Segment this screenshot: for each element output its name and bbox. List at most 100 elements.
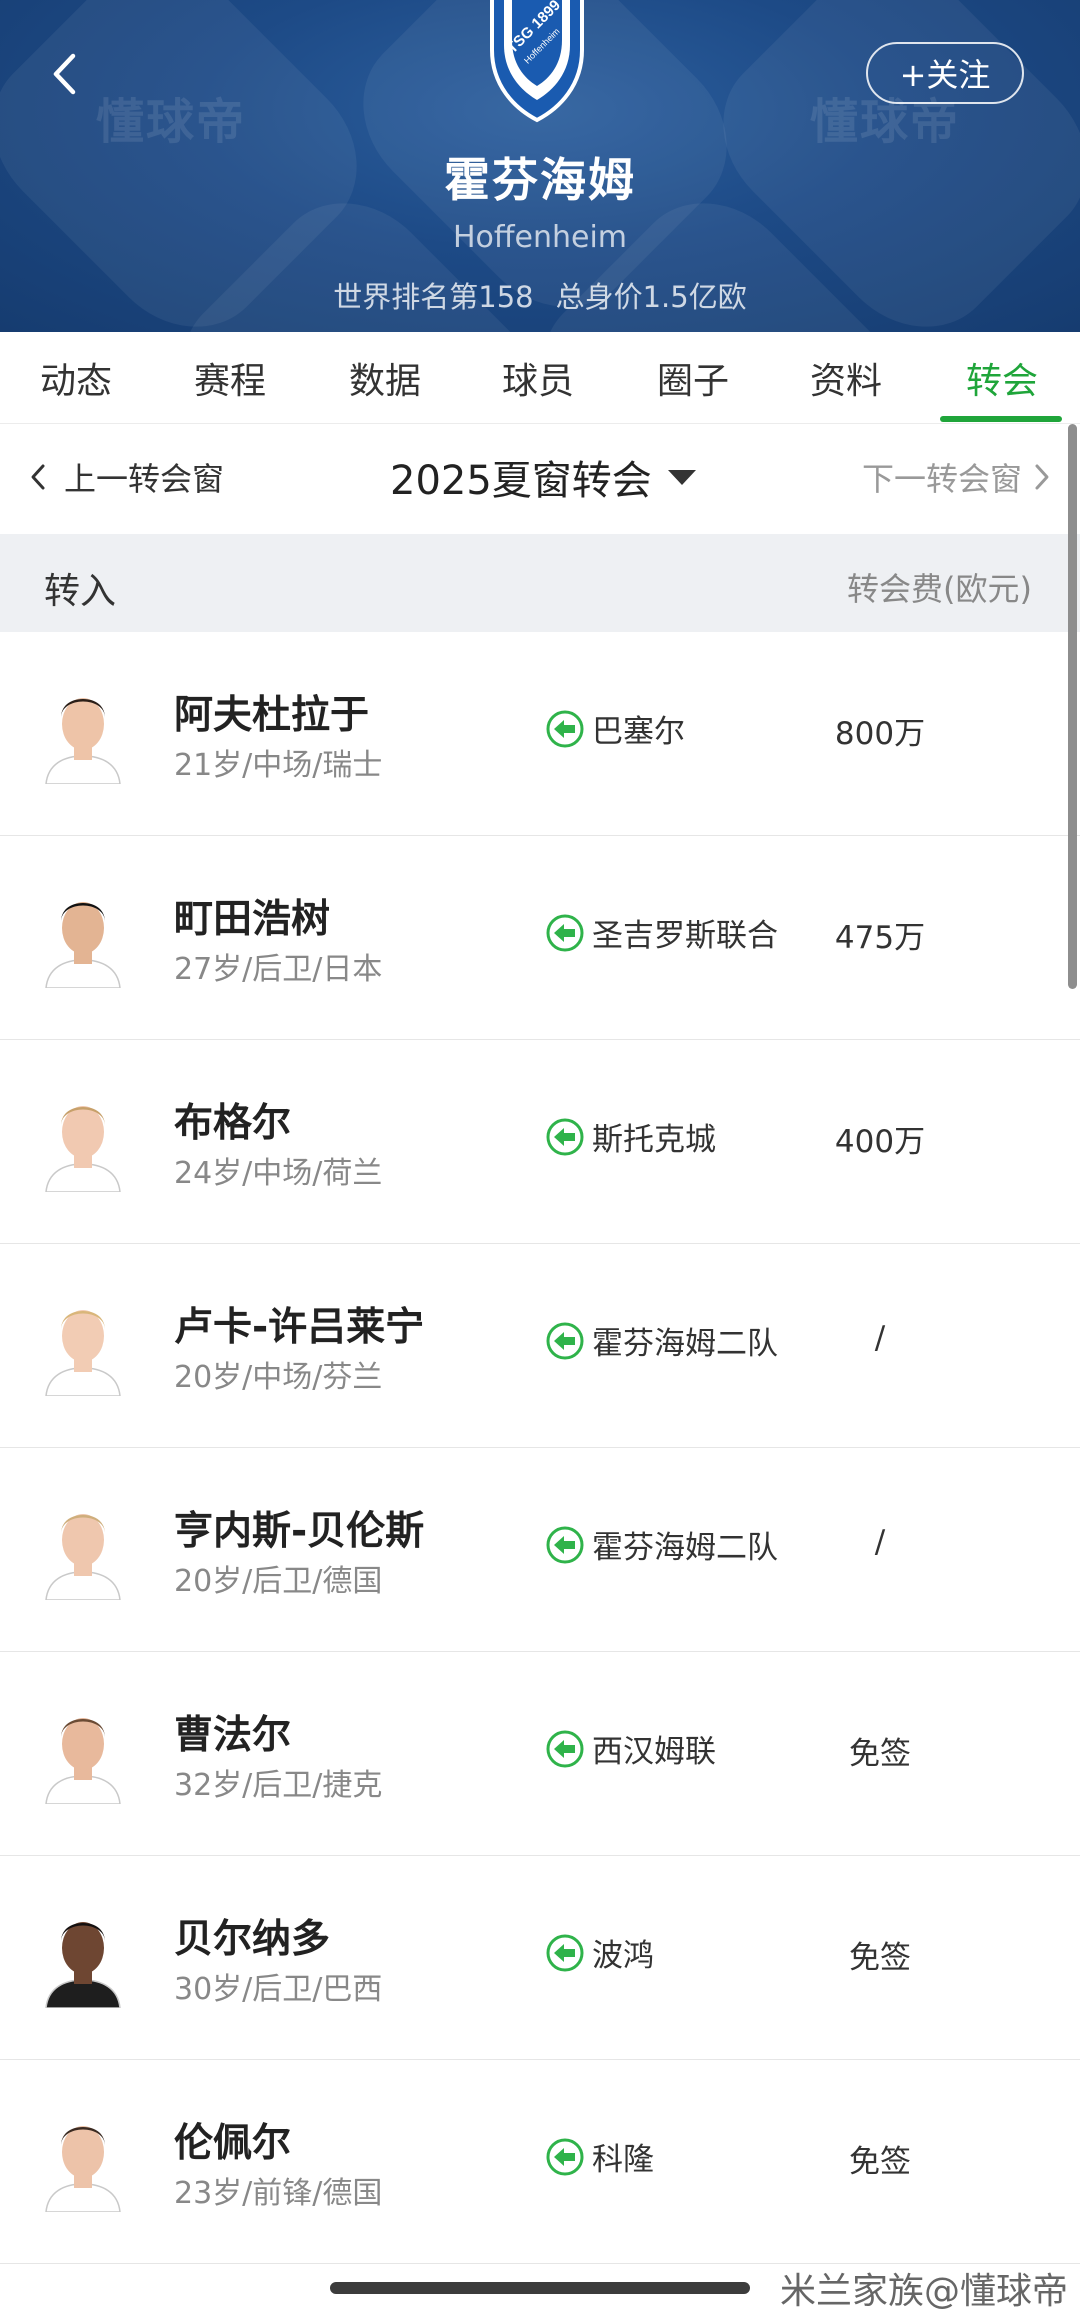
- transfer-fee: 475万: [834, 920, 926, 956]
- transfer-row[interactable]: 亨内斯-贝伦斯 20岁/后卫/德国 霍芬海姆二队 /: [0, 1448, 1080, 1652]
- transfer-list: 阿夫杜拉于 21岁/中场/瑞士 巴塞尔 800万 町田浩树 27岁/后卫/日本 …: [0, 632, 1080, 2264]
- arrow-left-circle-icon: [546, 710, 584, 747]
- arrow-left-circle-icon: [546, 1730, 584, 1767]
- world-rank: 世界排名第158: [333, 280, 534, 314]
- next-window-label: 下一转会窗: [861, 460, 1022, 498]
- transfer-fee: 免签: [849, 1940, 911, 1976]
- arrow-left-circle-icon: [546, 2138, 584, 2175]
- player-avatar: [40, 1906, 126, 2008]
- tab-transfers[interactable]: 转会: [942, 332, 1062, 424]
- player-name: 阿夫杜拉于: [174, 693, 370, 738]
- prev-window-button[interactable]: 上一转会窗: [30, 454, 224, 500]
- back-button[interactable]: [44, 44, 84, 104]
- chevron-left-icon: [53, 53, 76, 95]
- transfer-fee: /: [874, 1524, 886, 1560]
- transfer-fee: 免签: [849, 1736, 911, 1772]
- tab-bar: 动态 赛程 数据 球员 圈子 资料 转会: [0, 332, 1080, 424]
- from-club-name: 霍芬海姆二队: [592, 1326, 778, 1362]
- transfer-row[interactable]: 贝尔纳多 30岁/后卫/巴西 波鸿 免签: [0, 1856, 1080, 2060]
- player-avatar: [40, 1702, 126, 1804]
- team-name: 霍芬海姆: [444, 153, 636, 207]
- section-title: 转入: [44, 571, 117, 612]
- player-info: 20岁/中场/芬兰: [174, 1360, 383, 1395]
- follow-button[interactable]: +关注: [866, 42, 1024, 104]
- fee-column-header: 转会费(欧元): [847, 570, 1032, 608]
- from-club-name: 斯托克城: [592, 1122, 716, 1158]
- transfer-row[interactable]: 卢卡-许吕莱宁 20岁/中场/芬兰 霍芬海姆二队 /: [0, 1244, 1080, 1448]
- player-name: 卢卡-许吕莱宁: [174, 1305, 425, 1350]
- from-club-name: 科隆: [592, 2142, 654, 2178]
- from-club: 波鸿: [546, 1930, 654, 1975]
- player-avatar: [40, 2110, 126, 2212]
- watermark-left: 懂球帝: [96, 94, 247, 150]
- total-value: 总身价1.5亿欧: [555, 280, 747, 314]
- from-club-name: 西汉姆联: [592, 1734, 716, 1770]
- chevron-right-icon: [1035, 464, 1049, 490]
- club-logo: TSG 1899 Hoffenheim: [490, 0, 584, 123]
- transfer-fee: 800万: [834, 716, 926, 752]
- transfer-row[interactable]: 町田浩树 27岁/后卫/日本 圣吉罗斯联合 475万: [0, 836, 1080, 1040]
- player-info: 21岁/中场/瑞士: [174, 748, 383, 783]
- player-name: 亨内斯-贝伦斯: [174, 1509, 425, 1554]
- tab-schedule[interactable]: 赛程: [170, 332, 290, 424]
- player-name: 贝尔纳多: [174, 1917, 331, 1962]
- transfer-row[interactable]: 布格尔 24岁/中场/荷兰 斯托克城 400万: [0, 1040, 1080, 1244]
- player-info: 32岁/后卫/捷克: [174, 1768, 383, 1803]
- section-header: 转入 转会费(欧元): [0, 534, 1080, 632]
- tab-news[interactable]: 动态: [16, 332, 136, 424]
- from-club: 圣吉罗斯联合: [546, 910, 778, 955]
- player-name: 伦佩尔: [174, 2121, 292, 2166]
- from-club-name: 霍芬海姆二队: [592, 1530, 778, 1566]
- transfer-fee: 400万: [834, 1124, 926, 1160]
- from-club: 斯托克城: [546, 1114, 716, 1159]
- tab-info[interactable]: 资料: [786, 332, 906, 424]
- arrow-left-circle-icon: [546, 1322, 584, 1359]
- from-club-name: 巴塞尔: [592, 714, 685, 750]
- arrow-left-circle-icon: [546, 1934, 584, 1971]
- player-avatar: [40, 682, 126, 784]
- tab-circle[interactable]: 圈子: [633, 332, 753, 424]
- tab-stats[interactable]: 数据: [325, 332, 445, 424]
- team-stats: 世界排名第158 总身价1.5亿欧: [0, 274, 1080, 316]
- window-selector[interactable]: 2025夏窗转会: [390, 448, 696, 506]
- player-name: 布格尔: [174, 1101, 292, 1146]
- team-header: 懂球帝 懂球帝 TSG 1899 Hoffenheim +关注 霍芬海姆 Hof…: [0, 0, 1080, 332]
- transfer-row[interactable]: 伦佩尔 23岁/前锋/德国 科隆 免签: [0, 2060, 1080, 2264]
- player-info: 30岁/后卫/巴西: [174, 1972, 383, 2007]
- next-window-button[interactable]: 下一转会窗: [862, 454, 1050, 500]
- player-name: 曹法尔: [174, 1713, 292, 1758]
- arrow-left-circle-icon: [546, 914, 584, 951]
- arrow-left-circle-icon: [546, 1526, 584, 1563]
- caret-down-icon: [667, 470, 696, 485]
- watermark-credit: 米兰家族@懂球帝: [779, 2271, 1068, 2312]
- transfer-row[interactable]: 阿夫杜拉于 21岁/中场/瑞士 巴塞尔 800万: [0, 632, 1080, 836]
- player-avatar: [40, 1498, 126, 1600]
- transfer-window-switcher: 上一转会窗 2025夏窗转会 下一转会窗: [0, 424, 1080, 534]
- transfer-fee: /: [874, 1320, 886, 1356]
- home-indicator: [330, 2282, 750, 2294]
- player-name: 町田浩树: [174, 897, 331, 942]
- player-info: 27岁/后卫/日本: [174, 952, 383, 987]
- current-window-label: 2025夏窗转会: [390, 458, 652, 504]
- arrow-left-circle-icon: [546, 1118, 584, 1155]
- player-avatar: [40, 1294, 126, 1396]
- chevron-left-icon: [31, 464, 45, 490]
- tab-players[interactable]: 球员: [478, 332, 598, 424]
- team-english-name: Hoffenheim: [452, 220, 628, 255]
- scrollbar[interactable]: [1068, 424, 1077, 989]
- from-club: 西汉姆联: [546, 1726, 716, 1771]
- player-info: 24岁/中场/荷兰: [174, 1156, 383, 1191]
- from-club: 科隆: [546, 2134, 654, 2179]
- player-avatar: [40, 886, 126, 988]
- transfer-row[interactable]: 曹法尔 32岁/后卫/捷克 西汉姆联 免签: [0, 1652, 1080, 1856]
- from-club: 霍芬海姆二队: [546, 1318, 778, 1363]
- from-club-name: 波鸿: [592, 1938, 654, 1974]
- player-info: 23岁/前锋/德国: [174, 2176, 383, 2211]
- player-info: 20岁/后卫/德国: [174, 1564, 383, 1599]
- player-avatar: [40, 1090, 126, 1192]
- prev-window-label: 上一转会窗: [64, 460, 225, 498]
- active-tab-indicator: [940, 416, 1062, 422]
- transfer-fee: 免签: [849, 2144, 911, 2180]
- from-club: 霍芬海姆二队: [546, 1522, 778, 1567]
- from-club: 巴塞尔: [546, 706, 685, 751]
